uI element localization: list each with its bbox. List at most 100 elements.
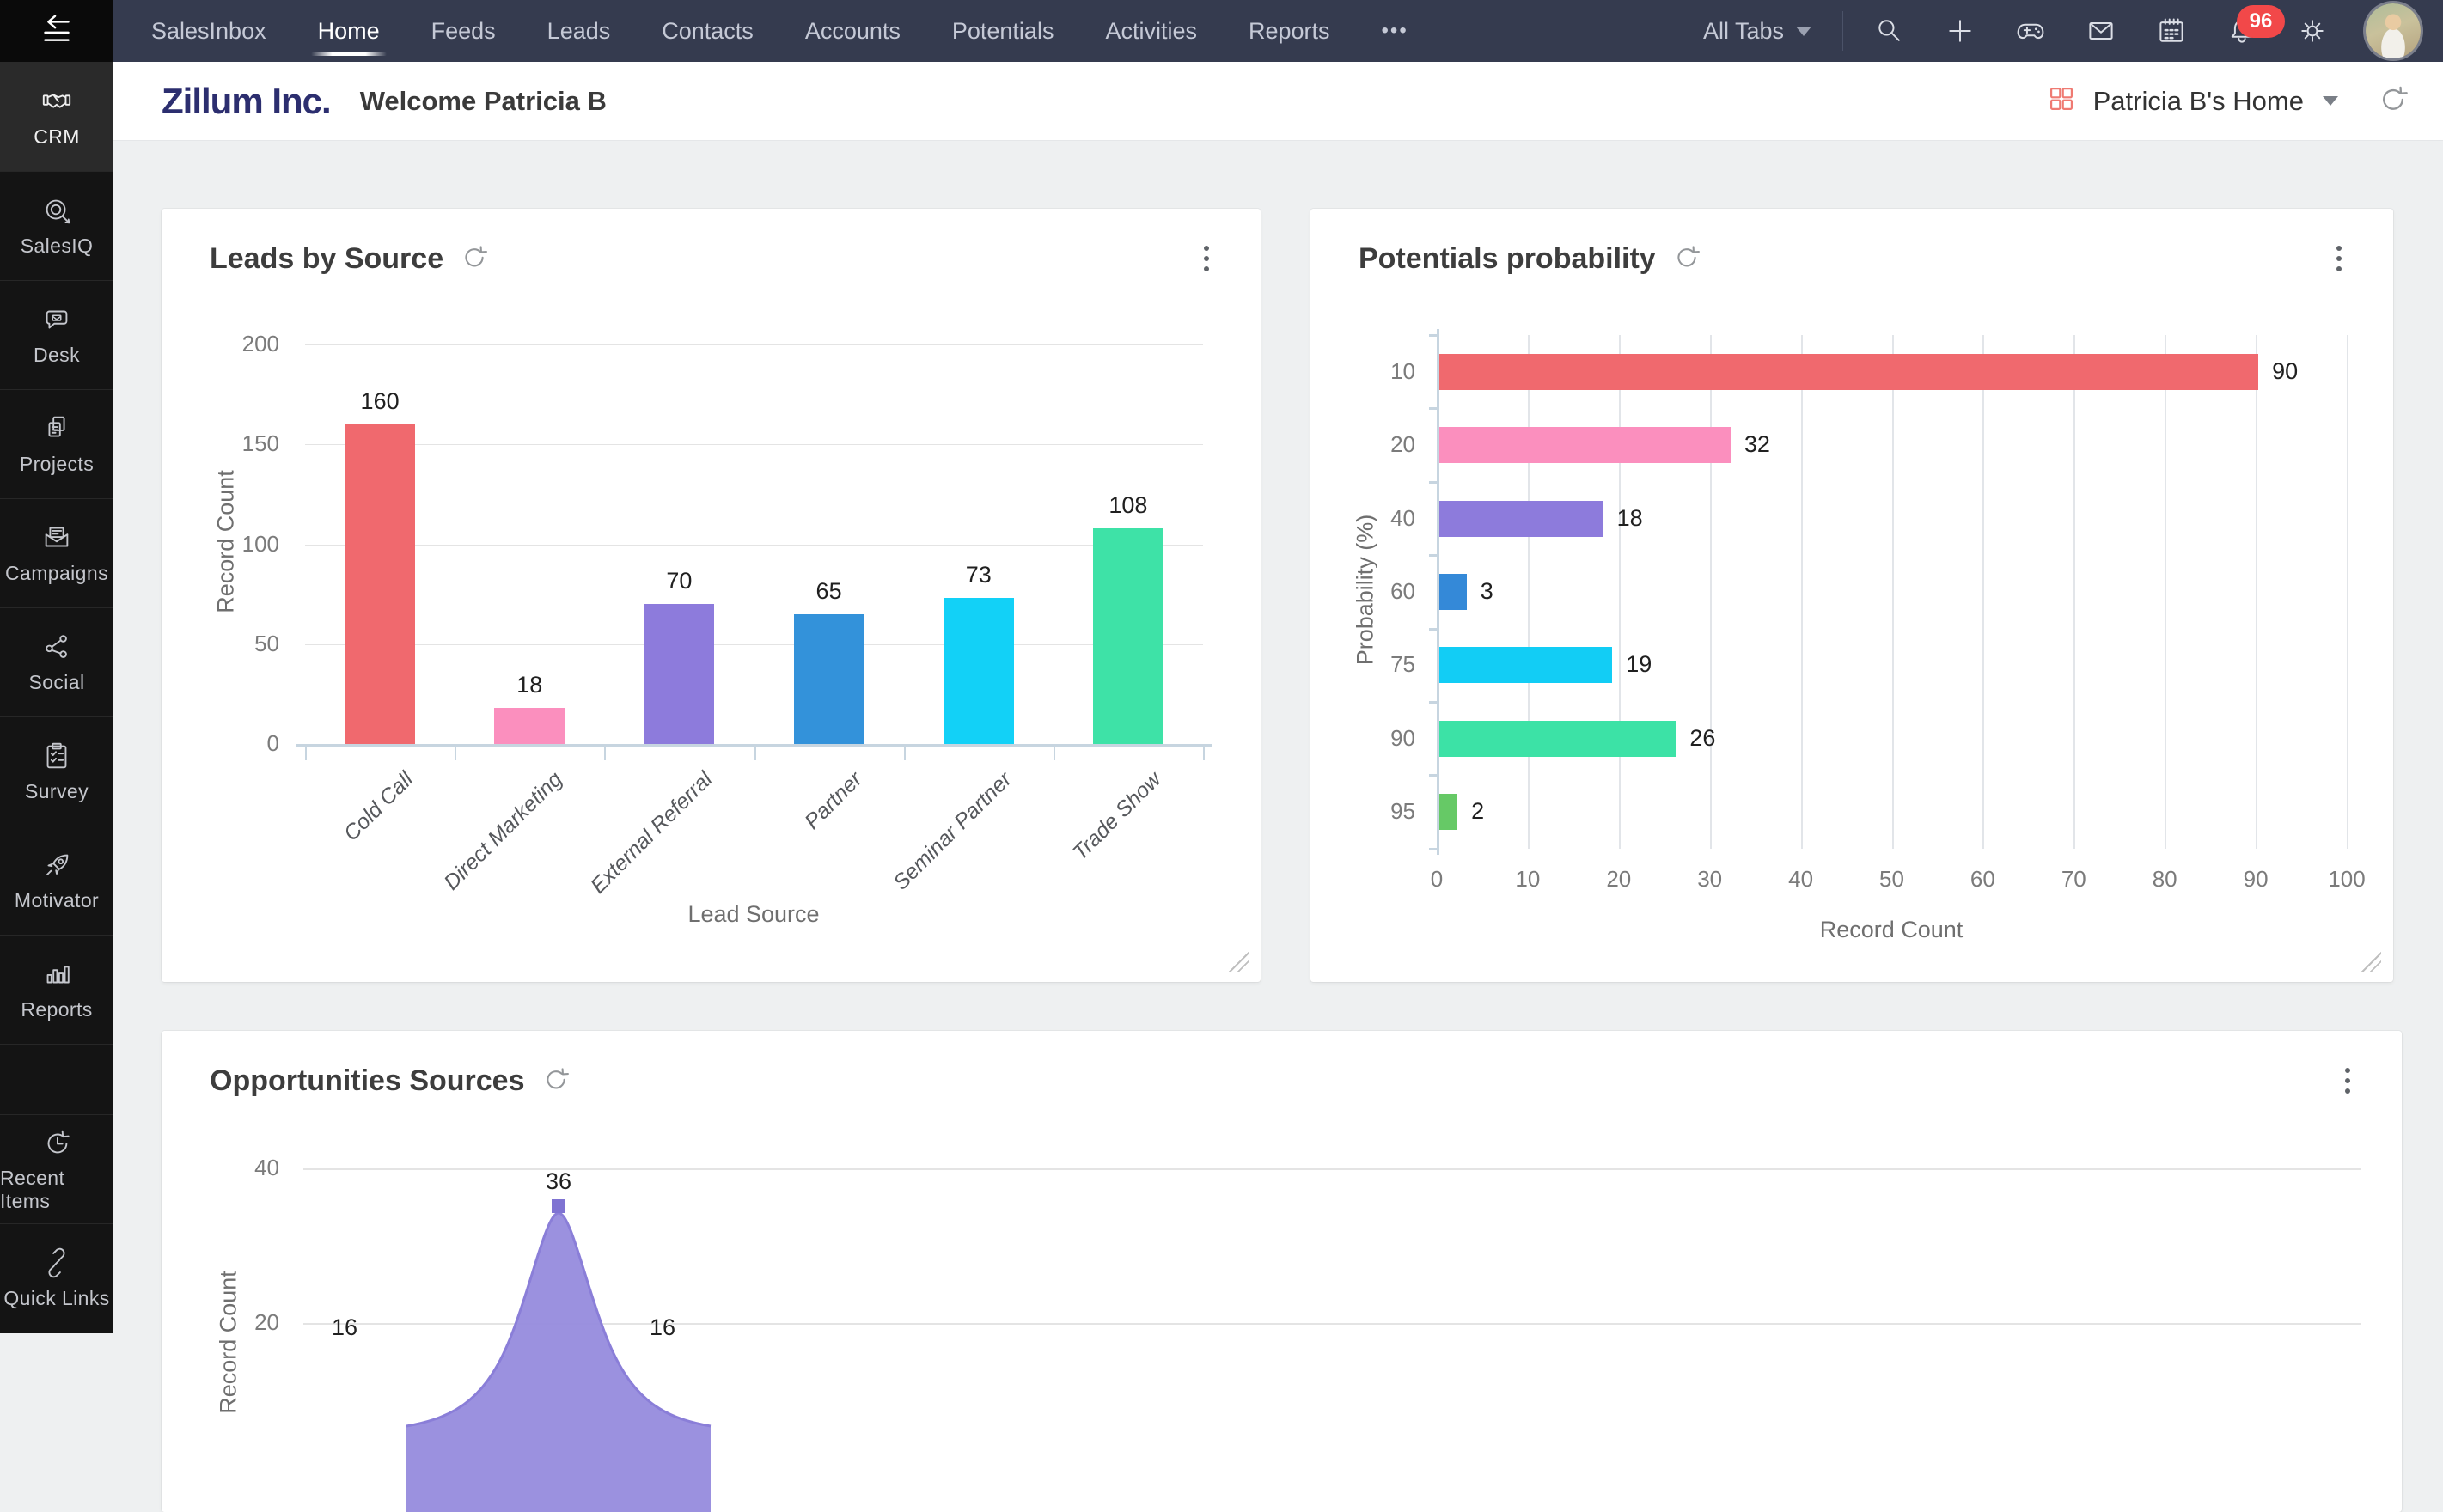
bar[interactable] [1439, 427, 1731, 463]
point-value-label: 36 [507, 1168, 610, 1195]
tab-contacts[interactable]: Contacts [662, 0, 754, 62]
bar[interactable] [494, 708, 565, 744]
dashboard-name: Patricia B's Home [2093, 86, 2304, 117]
games-icon[interactable] [2015, 15, 2046, 46]
x-tick-label: 20 [1593, 866, 1645, 893]
bell-icon[interactable]: 96 [2226, 15, 2257, 46]
all-tabs-dropdown[interactable]: All Tabs [1703, 18, 1811, 45]
x-axis-tick [754, 747, 756, 760]
bar-value-label: 90 [2272, 358, 2349, 385]
category-label: 20 [1319, 431, 1415, 458]
bar[interactable] [1439, 501, 1603, 537]
area-path [406, 1213, 711, 1512]
tab-potentials[interactable]: Potentials [952, 0, 1054, 62]
dashboard-controls: Patricia B's Home [2047, 83, 2443, 119]
bar-value-label: 70 [627, 568, 730, 594]
sidebar-item-desk[interactable]: Desk [0, 280, 113, 389]
resize-handle[interactable] [1228, 951, 1249, 972]
tab-leads[interactable]: Leads [547, 0, 611, 62]
bar[interactable] [944, 598, 1014, 744]
tab-activities[interactable]: Activities [1105, 0, 1197, 62]
bar[interactable] [1439, 354, 2258, 390]
x-tick-label: 0 [1411, 866, 1463, 893]
bar-value-label: 32 [1744, 431, 1822, 458]
x-tick-label: 40 [1775, 866, 1827, 893]
sidebar-item-label: Reports [21, 998, 92, 1021]
avatar[interactable] [2366, 3, 2421, 58]
app-sidebar: CRM SalesIQ Desk Projects Campaigns Social Sur… [0, 0, 113, 1333]
sidebar-item-projects[interactable]: Projects [0, 389, 113, 498]
sidebar-item-motivator[interactable]: Motivator [0, 826, 113, 935]
settings-icon[interactable] [2297, 15, 2328, 46]
tab-accounts[interactable]: Accounts [805, 0, 901, 62]
top-nav: SalesInbox Home Feeds Leads Contacts Accounts… [113, 0, 2443, 62]
more-tabs-icon[interactable]: ••• [1382, 19, 1408, 43]
refresh-dashboard-icon[interactable] [2378, 83, 2409, 119]
gridline [1710, 335, 1712, 849]
y-axis-tick [1429, 334, 1437, 337]
sidebar-item-label: CRM [34, 125, 80, 149]
gridline [2256, 335, 2257, 849]
gridline [1619, 335, 1621, 849]
category-label: Trade Show [1068, 767, 1167, 866]
sidebar-item-label: Social [28, 671, 84, 694]
mail-icon[interactable] [2086, 15, 2116, 46]
module-tabs: SalesInbox Home Feeds Leads Contacts Accounts… [113, 0, 1408, 62]
category-label: 10 [1319, 358, 1415, 385]
bar[interactable] [644, 604, 714, 744]
chevron-down-icon [1796, 27, 1811, 36]
projects-icon [40, 412, 73, 445]
gridline [305, 344, 1203, 345]
reports-icon [40, 958, 73, 991]
bar[interactable] [794, 614, 864, 744]
sidebar-item-survey[interactable]: Survey [0, 716, 113, 826]
bar[interactable] [1093, 528, 1163, 744]
sidebar-item-label: SalesIQ [21, 235, 94, 258]
tab-home[interactable]: Home [318, 0, 380, 62]
sidebar-item-campaigns[interactable]: Campaigns [0, 498, 113, 607]
point-marker[interactable] [552, 1199, 565, 1213]
sidebar-item-social[interactable]: Social [0, 607, 113, 716]
bar[interactable] [1439, 721, 1676, 757]
resize-handle[interactable] [2361, 951, 2381, 972]
category-label: External Referral [586, 767, 718, 899]
sidebar-item-crm[interactable]: CRM [0, 62, 113, 171]
plus-icon[interactable] [1945, 15, 1976, 46]
tab-reports[interactable]: Reports [1249, 0, 1330, 62]
tab-feeds[interactable]: Feeds [431, 0, 496, 62]
tab-salesinbox[interactable]: SalesInbox [151, 0, 266, 62]
sidebar-item-label: Quick Links [3, 1287, 109, 1310]
salesiq-icon [40, 194, 73, 227]
x-axis-tick [904, 747, 906, 760]
bar[interactable] [345, 424, 415, 744]
bar-value-label: 73 [927, 562, 1030, 588]
sidebar-item-label: Projects [20, 453, 94, 476]
gridline [305, 444, 1203, 445]
calendar-icon[interactable] [2156, 15, 2187, 46]
sidebar-item-recent-items[interactable]: Recent Items [0, 1114, 113, 1223]
y-axis-tick [1429, 848, 1437, 850]
gridline [2073, 335, 2075, 849]
sidebar-item-quick-links[interactable]: Quick Links [0, 1223, 113, 1332]
y-axis-title: Record Count [213, 413, 240, 671]
category-label: Seminar Partner [889, 767, 1017, 895]
gridline [2165, 335, 2166, 849]
bar[interactable] [1439, 647, 1612, 683]
sidebar-item-salesiq[interactable]: SalesIQ [0, 171, 113, 280]
category-label: 90 [1319, 725, 1415, 752]
sidebar-item-reports[interactable]: Reports [0, 935, 113, 1044]
sidebar-item-label: Recent Items [0, 1167, 113, 1213]
dashboard-grid-icon[interactable] [2047, 84, 2076, 118]
social-icon [40, 631, 73, 663]
area-series[interactable] [162, 1031, 935, 1512]
category-label: 95 [1319, 798, 1415, 825]
dashboard-selector[interactable]: Patricia B's Home [2093, 86, 2338, 117]
sidebar-collapse-button[interactable] [0, 0, 113, 62]
bar[interactable] [1439, 794, 1457, 830]
bar[interactable] [1439, 574, 1467, 610]
search-icon[interactable] [1874, 15, 1905, 46]
company-logo: Zillum Inc. [162, 81, 331, 122]
x-tick-label: 50 [1866, 866, 1918, 893]
gridline [2347, 335, 2348, 849]
bar-value-label: 65 [778, 578, 881, 605]
